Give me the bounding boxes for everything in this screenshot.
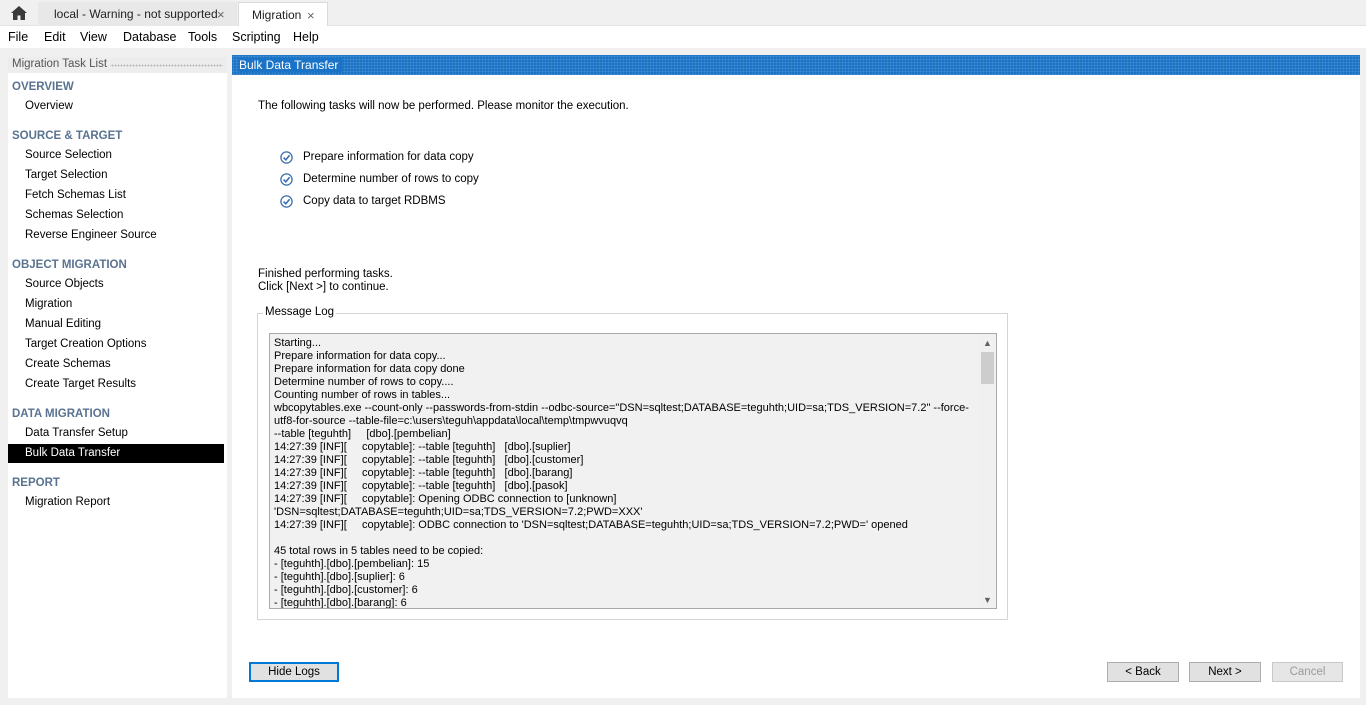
log-line: 14:27:39 [INF][ copytable]: --table [teg… [274, 480, 568, 492]
log-line: wbcopytables.exe --count-only --password… [274, 402, 969, 414]
log-line: - [teguhth].[dbo].[customer]: 6 [274, 584, 418, 596]
message-log-legend: Message Log [263, 306, 337, 318]
task-label: Determine number of rows to copy [303, 173, 479, 185]
log-line: 14:27:39 [INF][ copytable]: ODBC connect… [274, 519, 908, 531]
message-log-content: Starting... Prepare information for data … [274, 337, 974, 609]
log-line: Starting... [274, 337, 322, 349]
sidebar-item-create-target-results[interactable]: Create Target Results [8, 375, 224, 394]
sidebar-item-reverse-engineer-source[interactable]: Reverse Engineer Source [8, 226, 224, 245]
sidebar-item-source-selection[interactable]: Source Selection [8, 146, 224, 165]
sidebar-item-data-transfer-setup[interactable]: Data Transfer Setup [8, 424, 224, 443]
menu-view[interactable]: View [80, 30, 107, 44]
checkmark-icon [280, 172, 293, 186]
sidebar-item-target-selection[interactable]: Target Selection [8, 166, 224, 185]
menu-scripting[interactable]: Scripting [232, 30, 281, 44]
task-label: Copy data to target RDBMS [303, 195, 446, 207]
sidebar-header: Migration Task List [8, 57, 227, 73]
checkmark-icon [280, 194, 293, 208]
tab-label: Migration [252, 8, 302, 22]
sidebar-item-source-objects[interactable]: Source Objects [8, 275, 224, 294]
task-determine-rows: Determine number of rows to copy [280, 171, 479, 187]
hide-logs-button[interactable]: Hide Logs [249, 662, 339, 682]
log-line: Determine number of rows to copy.... [274, 376, 454, 388]
sidebar-item-fetch-schemas-list[interactable]: Fetch Schemas List [8, 186, 224, 205]
sidebar-item-bulk-data-transfer[interactable]: Bulk Data Transfer [8, 444, 224, 463]
message-log-textarea[interactable]: Starting... Prepare information for data … [269, 333, 997, 609]
status-line-next: Click [Next >] to continue. [258, 281, 389, 293]
tab-label: local - Warning - not supported [54, 7, 218, 21]
log-line: Counting number of rows in tables... [274, 389, 451, 401]
log-line: 45 total rows in 5 tables need to be cop… [274, 545, 484, 557]
close-icon[interactable]: × [307, 8, 315, 23]
status-text: Finished performing tasks. Click [Next >… [258, 268, 393, 294]
status-line-finished: Finished performing tasks. [258, 268, 393, 280]
sidebar-item-create-schemas[interactable]: Create Schemas [8, 355, 224, 374]
sidebar-item-target-creation-options[interactable]: Target Creation Options [8, 335, 224, 354]
log-line: Prepare information for data copy... [274, 350, 446, 362]
sidebar-item-migration-report[interactable]: Migration Report [8, 493, 224, 512]
task-copy-data: Copy data to target RDBMS [280, 193, 446, 209]
log-line: 14:27:39 [INF][ copytable]: --table [teg… [274, 454, 584, 466]
sidebar-item-schemas-selection[interactable]: Schemas Selection [8, 206, 224, 225]
sidebar-item-manual-editing[interactable]: Manual Editing [8, 315, 224, 334]
log-line: 14:27:39 [INF][ copytable]: --table [teg… [274, 441, 571, 453]
log-line: - [teguhth].[dbo].[barang]: 6 [274, 597, 407, 609]
scroll-up-icon[interactable]: ▲ [979, 334, 996, 351]
scroll-down-icon[interactable]: ▼ [979, 591, 996, 608]
log-line: 14:27:39 [INF][ copytable]: --table [teg… [274, 467, 573, 479]
home-icon [11, 6, 27, 20]
section-report: REPORT [12, 477, 60, 489]
page-title: Bulk Data Transfer [239, 58, 343, 72]
section-source-target: SOURCE & TARGET [12, 130, 123, 142]
menu-help[interactable]: Help [293, 30, 319, 44]
tab-strip: local - Warning - not supported × Migrat… [0, 0, 1366, 26]
log-line: - [teguhth].[dbo].[pembelian]: 15 [274, 558, 430, 570]
menu-database[interactable]: Database [123, 30, 177, 44]
message-log-scrollbar[interactable]: ▲ ▼ [979, 334, 996, 608]
back-button[interactable]: < Back [1107, 662, 1179, 682]
log-line: 'DSN=sqltest;DATABASE=teguhth;UID=sa;TDS… [274, 506, 643, 518]
menu-tools[interactable]: Tools [188, 30, 217, 44]
section-overview: OVERVIEW [12, 81, 74, 93]
section-object-migration: OBJECT MIGRATION [12, 259, 127, 271]
home-tab[interactable] [0, 0, 38, 26]
next-button[interactable]: Next > [1189, 662, 1261, 682]
section-data-migration: DATA MIGRATION [12, 408, 110, 420]
bulk-data-transfer-panel: Bulk Data Transfer The following tasks w… [232, 55, 1360, 698]
log-line: Prepare information for data copy done [274, 363, 465, 375]
message-log-group: Message Log Starting... Prepare informati… [257, 306, 1008, 620]
close-icon[interactable]: × [217, 7, 225, 22]
scroll-thumb[interactable] [981, 352, 994, 384]
checkmark-icon [280, 150, 293, 164]
tab-migration[interactable]: Migration × [238, 2, 328, 26]
panel-header: Bulk Data Transfer [232, 55, 1360, 75]
cancel-button[interactable]: Cancel [1272, 662, 1343, 682]
menu-file[interactable]: File [8, 30, 28, 44]
intro-text: The following tasks will now be performe… [258, 100, 629, 112]
task-prepare-info: Prepare information for data copy [280, 149, 474, 165]
log-line: utf8-for-source --table-file=c:\users\te… [274, 415, 628, 427]
log-line: --table [teguhth] [dbo].[pembelian] [274, 428, 451, 440]
sidebar-item-migration[interactable]: Migration [8, 295, 224, 314]
menu-bar: File Edit View Database Tools Scripting … [0, 26, 1366, 48]
sidebar-item-overview[interactable]: Overview [8, 97, 224, 116]
task-label: Prepare information for data copy [303, 151, 474, 163]
menu-edit[interactable]: Edit [44, 30, 66, 44]
log-line: 14:27:39 [INF][ copytable]: Opening ODBC… [274, 493, 617, 505]
migration-task-list: Migration Task List OVERVIEW Overview SO… [8, 57, 227, 698]
tab-local-connection[interactable]: local - Warning - not supported × [38, 2, 237, 26]
log-line: - [teguhth].[dbo].[suplier]: 6 [274, 571, 405, 583]
sidebar-title: Migration Task List [12, 58, 111, 70]
